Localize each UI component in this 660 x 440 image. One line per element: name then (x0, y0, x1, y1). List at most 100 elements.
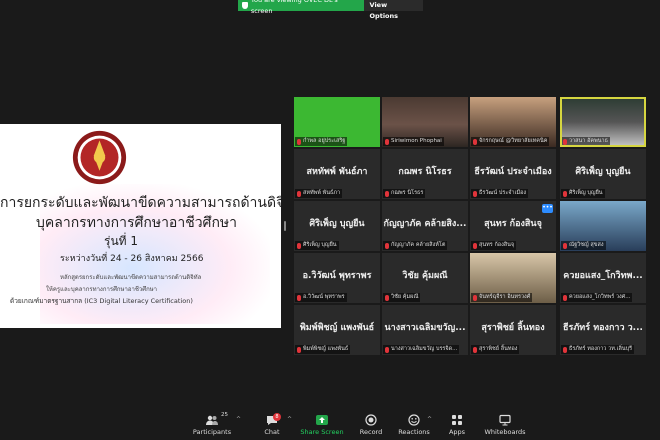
participant-display-name: ธีรภัทร์ ทองกาว ว... (563, 323, 643, 333)
participant-name-label: ศิริเพ็ญ บุญยืน (295, 241, 339, 250)
slide-title-line-1: การยกระดับและพัฒนาขีดความสามารถด้านดิจิท… (0, 195, 281, 211)
muted-mic-icon (473, 346, 477, 353)
muted-mic-icon (563, 242, 567, 249)
participant-tile[interactable]: สหทัพพ์ พันธ์ภา สหทัพพ์ พันธ์ภา (294, 149, 380, 199)
participant-name-text: กำพล อยู่ประเสริฐ (303, 138, 346, 144)
participant-name-label: สุนทร ก้องสินจุ (471, 241, 517, 250)
whiteboard-icon (499, 414, 511, 426)
record-icon (365, 414, 377, 426)
muted-mic-icon (385, 138, 389, 145)
participant-name-label: ควยอแสง_โกวิทพร์ วงศ... (561, 293, 633, 302)
viewing-text: You are viewing OVEC DL's screen (250, 0, 338, 15)
participant-name-text: สุนทร ก้องสินจุ (479, 242, 515, 248)
view-options-button[interactable]: View Options (363, 0, 423, 20)
muted-mic-icon (297, 138, 301, 145)
participants-icon (206, 415, 218, 425)
participant-name-label: Siriwimon Phophai (383, 137, 444, 146)
muted-mic-icon (297, 294, 301, 301)
participant-tile[interactable]: สุราพิชย์ ลิ้นทอง สุราพิชย์ ลิ้นทอง (470, 305, 556, 355)
participant-name-label: สหทัพพ์ พันธ์ภา (295, 189, 343, 198)
participant-name-label: ธีรภัทร์ ทองกาว วท.เลิ่นบุรี (561, 345, 635, 354)
participant-display-name: ศิริเพ็ญ บุญยืน (309, 219, 365, 229)
participant-name-text: พิมพ์พิชญ์ แพงพันธ์ (303, 346, 349, 352)
participants-label: Participants (192, 428, 232, 436)
muted-mic-icon (385, 294, 389, 301)
participants-caret-icon[interactable]: ^ (236, 416, 241, 423)
participant-tile[interactable]: พิมพ์พิชญ์ แพงพันธ์ พิมพ์พิชญ์ แพงพันธ์ (294, 305, 380, 355)
participant-name-label: จันทร์ฉุจีรา อินทรวงศ์ (471, 293, 533, 302)
participant-name-label: ณัฐวิชญ์ สุขสง (561, 241, 606, 250)
participant-tile[interactable]: ศิริเพ็ญ บุญยืน ศิริเพ็ญ บุญยืน (560, 149, 646, 199)
slide-dates: ระหว่างวันที่ 24 - 26 สิงหาคม 2566 (60, 254, 204, 264)
participants-button[interactable]: Participants (182, 412, 242, 436)
participant-name-text: ควยอแสง_โกวิทพร์ วงศ... (569, 294, 631, 300)
participant-tile[interactable]: อ.วิวัฒน์ พุทราพร อ.วิวัฒน์ พุทราพร (294, 253, 380, 303)
participant-display-name: สหทัพพ์ พันธ์ภา (306, 167, 368, 177)
participant-tile[interactable]: นางสาวเฉลิมขวัญ... นางสาวเฉลิมขวัญ บรรจิด… (382, 305, 468, 355)
participant-name-label: สุราพิชย์ ลิ้นทอง (471, 345, 520, 354)
participant-name-text: ธีรภัทร์ ทองกาว วท.เลิ่นบุรี (569, 346, 633, 352)
participant-name-text: ศิริเพ็ญ บุญยืน (303, 242, 337, 248)
chat-unread-badge: 8 (273, 413, 281, 421)
shared-screen: การยกระดับและพัฒนาขีดความสามารถด้านดิจิท… (0, 124, 281, 328)
participant-name-text: จันทร์ฉุจีรา อินทรวงศ์ (479, 294, 531, 300)
muted-mic-icon (385, 346, 389, 353)
participant-tile[interactable]: วาสนา อัคพนาธ (560, 97, 646, 147)
participant-display-name: กฌพร นิโรธร (398, 167, 452, 177)
participant-name-label: อ.วิวัฒน์ พุทราพร (295, 293, 347, 302)
participant-name-text: อ.วิวัฒน์ พุทราพร (303, 294, 345, 300)
participant-tile[interactable]: กฌพร นิโรธร กฌพร นิโรธร (382, 149, 468, 199)
slide-subtitle-3: ด้วยเกณฑ์มาตรฐานสากล (IC3 Digital Litera… (10, 297, 193, 305)
participant-display-name: อ.วิวัฒน์ พุทราพร (302, 271, 372, 281)
participant-tile[interactable]: สุนทร ก้องสินจุ สุนทร ก้องสินจุ ••• (470, 201, 556, 251)
shield-icon (242, 2, 248, 9)
muted-mic-icon (297, 190, 301, 197)
viewing-indicator: You are viewing OVEC DL's screen (238, 0, 364, 15)
participant-name-text: สุราพิชย์ ลิ้นทอง (479, 346, 518, 352)
participant-name-text: สหทัพพ์ พันธ์ภา (303, 190, 341, 196)
participant-tile[interactable]: ธีรภัทร์ ทองกาว ว... ธีรภัทร์ ทองกาว วท.เ… (560, 305, 646, 355)
participant-display-name: ธีรวัฒน์ ประจำเมือง (474, 167, 552, 177)
muted-mic-icon (563, 190, 567, 197)
slide-subtitle-1: หลักสูตรยกระดับและพัฒนาขีดความสามารถด้าน… (60, 274, 202, 281)
participants-count: 25 (221, 412, 228, 418)
participant-tile[interactable]: ศิริเพ็ญ บุญยืน ศิริเพ็ญ บุญยืน (294, 201, 380, 251)
split-view-resize-handle[interactable] (284, 221, 286, 231)
participant-tile[interactable]: Siriwimon Phophai (382, 97, 468, 147)
meeting-toolbar: Participants 25 ^ Chat 8 ^ Share Screen … (0, 412, 660, 440)
participant-name-text: ณัฐวิชญ์ สุขสง (569, 242, 604, 248)
participant-display-name: ศิริเพ็ญ บุญยืน (575, 167, 631, 177)
muted-mic-icon (297, 242, 301, 249)
active-speaker-highlight (560, 97, 646, 147)
participant-tile[interactable]: จันทร์ฉุจีรา อินทรวงศ์ (470, 253, 556, 303)
participant-tile[interactable]: จักรกฤษณ์ @วิทยาลัยเทคนิค (470, 97, 556, 147)
muted-mic-icon (473, 294, 477, 301)
participant-tile[interactable]: ธีรวัฒน์ ประจำเมือง ธีรวัฒน์ ประจำเมือง (470, 149, 556, 199)
participant-tile[interactable]: ณัฐวิชญ์ สุขสง (560, 201, 646, 251)
participant-tile[interactable]: กัญญาภัค คล้ายสิง... กัญญาภัค คล้ายสิงห์โ… (382, 201, 468, 251)
screen-share-banner: You are viewing OVEC DL's screen View Op… (238, 0, 423, 20)
participant-display-name: สุนทร ก้องสินจุ (484, 219, 542, 229)
muted-mic-icon (473, 138, 477, 145)
slide-title-line-2: บุคลากรทางการศึกษาอาชีวศึกษา (36, 215, 238, 231)
participant-display-name: ควยอแสง_โกวิทพ... (563, 271, 643, 281)
participant-tile[interactable]: กำพล อยู่ประเสริฐ (294, 97, 380, 147)
participant-name-label: วิชัย คุ้มผณี (383, 293, 421, 302)
participant-name-text: จักรกฤษณ์ @วิทยาลัยเทคนิค (479, 138, 548, 144)
emblem-logo-icon (72, 130, 127, 185)
participant-tile[interactable]: วิชัย คุ้มผณี วิชัย คุ้มผณี (382, 253, 468, 303)
muted-mic-icon (563, 294, 567, 301)
participant-display-name: วิชัย คุ้มผณี (402, 271, 448, 281)
participant-name-text: ธีรวัฒน์ ประจำเมือง (479, 190, 527, 196)
apps-icon (452, 415, 462, 425)
whiteboards-button[interactable]: Whiteboards (475, 412, 535, 436)
participant-name-text: Siriwimon Phophai (391, 138, 442, 144)
participant-name-label: กฌพร นิโรธร (383, 189, 426, 198)
participant-name-label: กำพล อยู่ประเสริฐ (295, 137, 348, 146)
participant-tile[interactable]: ควยอแสง_โกวิทพ... ควยอแสง_โกวิทพร์ วงศ... (560, 253, 646, 303)
participant-name-text: กัญญาภัค คล้ายสิงห์โต (391, 242, 446, 248)
muted-mic-icon (385, 190, 389, 197)
participant-name-text: วิชัย คุ้มผณี (391, 294, 419, 300)
more-options-icon[interactable]: ••• (542, 204, 553, 213)
participant-name-label: ศิริเพ็ญ บุญยืน (561, 189, 605, 198)
